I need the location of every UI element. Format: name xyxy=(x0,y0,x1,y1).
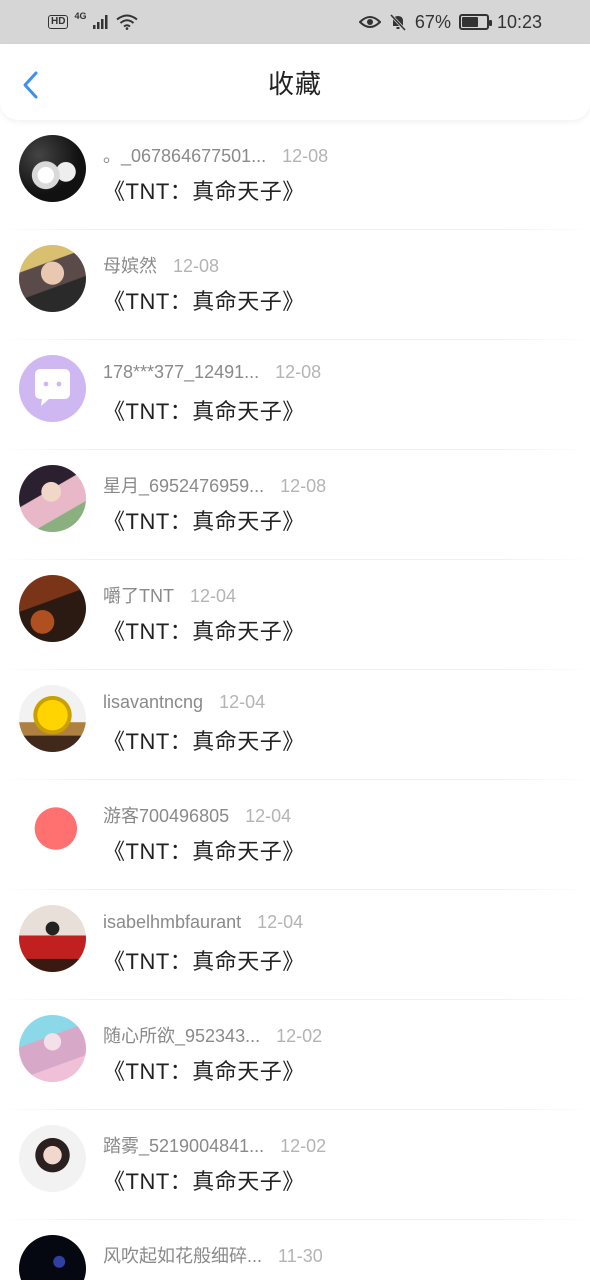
status-right: 67% 10:23 xyxy=(358,11,542,33)
avatar[interactable] xyxy=(19,905,86,972)
chat-bubble-icon xyxy=(35,369,70,406)
user-name[interactable]: lisavantncng xyxy=(103,692,203,713)
user-name[interactable]: 母嫔然 xyxy=(103,252,157,278)
avatar[interactable] xyxy=(19,1015,86,1082)
header: 收藏 xyxy=(0,44,590,120)
work-title[interactable]: 《TNT：真命天子》 xyxy=(103,834,305,866)
list-item[interactable]: 踏雾_5219004841... 12-02 《TNT：真命天子》 xyxy=(0,1110,590,1220)
work-title[interactable]: 《TNT：真命天子》 xyxy=(103,284,305,316)
list-item[interactable]: 游客700496805 12-04 《TNT：真命天子》 xyxy=(0,780,590,890)
battery-percent: 67% xyxy=(414,11,451,32)
work-title[interactable]: 《TNT：真命天子》 xyxy=(103,1054,322,1086)
list-item[interactable]: 嚼了TNT 12-04 《TNT：真命天子》 xyxy=(0,560,590,670)
user-name[interactable]: 嚼了TNT xyxy=(103,582,174,608)
item-date: 12-04 xyxy=(245,806,292,826)
item-date: 12-08 xyxy=(282,146,329,166)
user-name[interactable]: 随心所欲_952343... xyxy=(103,1022,260,1048)
list-item[interactable]: 随心所欲_952343... 12-02 《TNT：真命天子》 xyxy=(0,1000,590,1110)
item-date: 12-02 xyxy=(276,1026,323,1046)
item-meta: 178***377_12491... 12-08 xyxy=(103,362,321,384)
favorites-list: 。_067864677501... 12-08 《TNT：真命天子》 母嫔然 12-08… xyxy=(0,120,590,1280)
item-text: 母嫔然 12-08 《TNT：真命天子》 xyxy=(103,245,305,316)
list-item[interactable]: lisavantncng 12-04 《TNT：真命天子》 xyxy=(0,670,590,780)
wifi-icon xyxy=(116,14,139,30)
item-text: 游客700496805 12-04 《TNT：真命天子》 xyxy=(103,795,305,866)
item-text: 嚼了TNT 12-04 《TNT：真命天子》 xyxy=(103,575,305,646)
item-date: 12-04 xyxy=(257,912,304,932)
list-item[interactable]: 母嫔然 12-08 《TNT：真命天子》 xyxy=(0,230,590,340)
item-meta: isabelhmbfaurant 12-04 xyxy=(103,912,305,934)
clock: 10:23 xyxy=(496,11,542,32)
user-name[interactable]: 。_067864677501... xyxy=(103,142,266,168)
avatar[interactable] xyxy=(19,575,86,642)
battery-icon xyxy=(458,14,492,30)
status-bar: HD 4G 67% 10:23 xyxy=(0,0,590,44)
chevron-left-icon[interactable] xyxy=(18,70,46,100)
item-meta: 随心所欲_952343... 12-02 xyxy=(103,1022,323,1046)
avatar[interactable] xyxy=(19,795,86,862)
list-item[interactable]: 风吹起如花般细碎... 11-30 《TNT：真命天子》 xyxy=(0,1220,590,1280)
battery-fill xyxy=(461,17,478,27)
item-meta: 游客700496805 12-04 xyxy=(103,802,305,826)
network-type: 4G xyxy=(74,11,87,21)
avatar[interactable] xyxy=(19,355,86,422)
item-date: 12-08 xyxy=(280,476,327,496)
page-title: 收藏 xyxy=(267,68,322,99)
item-text: 星月_6952476959... 12-08 《TNT：真命天子》 xyxy=(103,465,326,536)
item-text: lisavantncng 12-04 《TNT：真命天子》 xyxy=(103,685,305,756)
item-date: 12-08 xyxy=(173,256,220,276)
item-meta: 踏雾_5219004841... 12-02 xyxy=(103,1132,327,1156)
hd-badge: HD xyxy=(48,15,69,29)
item-text: 随心所欲_952343... 12-02 《TNT：真命天子》 xyxy=(103,1015,322,1086)
item-date: 11-30 xyxy=(278,1246,323,1266)
item-date: 12-08 xyxy=(275,362,322,382)
list-item[interactable]: 星月_6952476959... 12-08 《TNT：真命天子》 xyxy=(0,450,590,560)
work-title[interactable]: 《TNT：真命天子》 xyxy=(103,614,305,646)
status-left: HD 4G xyxy=(48,11,139,30)
item-text: isabelhmbfaurant 12-04 《TNT：真命天子》 xyxy=(103,905,305,976)
avatar[interactable] xyxy=(19,1235,86,1280)
avatar[interactable] xyxy=(19,245,86,312)
avatar[interactable] xyxy=(19,465,86,532)
avatar[interactable] xyxy=(19,135,86,202)
work-title[interactable]: 《TNT：真命天子》 xyxy=(103,1164,326,1196)
item-text: 风吹起如花般细碎... 11-30 《TNT：真命天子》 xyxy=(103,1235,323,1280)
item-meta: 星月_6952476959... 12-08 xyxy=(103,472,327,496)
avatar[interactable] xyxy=(19,1125,86,1192)
eye-icon xyxy=(358,16,381,28)
item-date: 12-04 xyxy=(190,586,237,606)
item-meta: 嚼了TNT 12-04 xyxy=(103,582,305,606)
work-title[interactable]: 《TNT：真命天子》 xyxy=(103,394,321,426)
work-title[interactable]: 《TNT：真命天子》 xyxy=(103,174,328,206)
signal-icon xyxy=(93,15,108,29)
item-date: 12-04 xyxy=(219,692,266,712)
bell-muted-icon xyxy=(389,13,407,31)
item-meta: 。_067864677501... 12-08 xyxy=(103,142,329,166)
user-name[interactable]: isabelhmbfaurant xyxy=(103,912,241,933)
list-item[interactable]: 。_067864677501... 12-08 《TNT：真命天子》 xyxy=(0,120,590,230)
avatar[interactable] xyxy=(19,685,86,752)
item-meta: lisavantncng 12-04 xyxy=(103,692,305,714)
work-title[interactable]: 《TNT：真命天子》 xyxy=(103,724,305,756)
work-title[interactable]: 《TNT：真命天子》 xyxy=(103,944,305,976)
item-text: 178***377_12491... 12-08 《TNT：真命天子》 xyxy=(103,355,321,426)
list-item[interactable]: 178***377_12491... 12-08 《TNT：真命天子》 xyxy=(0,340,590,450)
user-name[interactable]: 星月_6952476959... xyxy=(103,472,264,498)
item-date: 12-02 xyxy=(280,1136,327,1156)
list-item[interactable]: isabelhmbfaurant 12-04 《TNT：真命天子》 xyxy=(0,890,590,1000)
user-name[interactable]: 游客700496805 xyxy=(103,802,229,828)
work-title[interactable]: 《TNT：真命天子》 xyxy=(103,504,326,536)
work-title[interactable]: 《TNT：真命天子》 xyxy=(103,1274,323,1280)
user-name[interactable]: 踏雾_5219004841... xyxy=(103,1132,264,1158)
item-meta: 风吹起如花般细碎... 11-30 xyxy=(103,1242,323,1266)
item-text: 踏雾_5219004841... 12-02 《TNT：真命天子》 xyxy=(103,1125,326,1196)
user-name[interactable]: 风吹起如花般细碎... xyxy=(103,1242,262,1268)
user-name[interactable]: 178***377_12491... xyxy=(103,362,259,383)
item-text: 。_067864677501... 12-08 《TNT：真命天子》 xyxy=(103,135,328,206)
item-meta: 母嫔然 12-08 xyxy=(103,252,305,276)
